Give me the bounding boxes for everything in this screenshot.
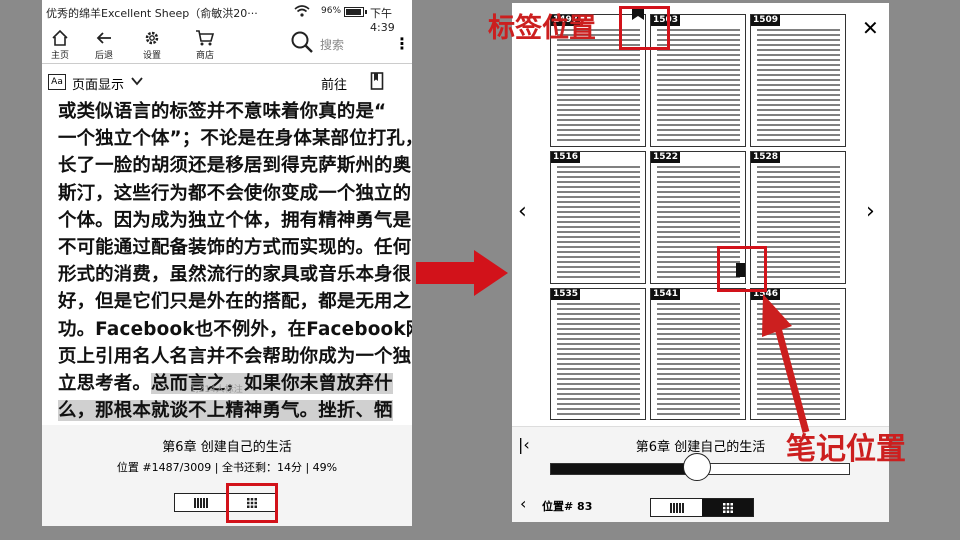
transition-arrow <box>416 250 508 296</box>
popular-highlight-count: 1,214人标注 <box>190 385 243 395</box>
arrow-left-icon <box>96 32 111 44</box>
store-label: 商店 <box>195 51 214 61</box>
note-location-label: 笔记位置 <box>786 432 906 467</box>
search-input[interactable]: 搜索 <box>320 36 344 53</box>
page-thumbnail[interactable]: 1541 <box>650 288 746 420</box>
wifi-icon <box>294 5 310 20</box>
grid-view-button[interactable] <box>702 499 753 516</box>
close-icon[interactable]: ✕ <box>862 16 879 40</box>
status-bar: 优秀的绵羊Excellent Sheep（俞敏洪20··· 96% 下午4:39 <box>42 0 412 34</box>
text-line: 不可能通过配备装饰的方式而实现的。任何 <box>58 236 412 258</box>
page-display-menu[interactable]: 页面显示 <box>72 74 124 93</box>
book-title: 优秀的绵羊Excellent Sheep（俞敏洪20··· <box>46 7 258 20</box>
bookmark-location-label: 标签位置 <box>488 13 596 44</box>
home-icon <box>52 29 68 46</box>
cart-icon <box>196 30 215 46</box>
text-line: 斯汀，这些行为都不会使你变成一个独立的 <box>58 182 412 204</box>
page-thumbnail[interactable]: 1516 <box>550 151 646 284</box>
page-strip-icon <box>193 497 208 508</box>
chapter-title: 第6章 创建自己的生活 <box>162 440 292 455</box>
text-plain: 立思考者。 <box>58 372 151 394</box>
back-button[interactable]: 后退 <box>86 26 122 62</box>
top-toolbar: 主页 后退 设置 商店 搜索 ⋮ <box>42 24 412 64</box>
reader-page-view: 优秀的绵羊Excellent Sheep（俞敏洪20··· 96% 下午4:39… <box>42 0 412 526</box>
note-highlight-box <box>717 246 767 292</box>
text-line: 么，那根本就谈不上精神勇气。挫折、牺 <box>58 397 408 424</box>
text-line: 长了一脸的胡须还是移居到得克萨斯州的奥 <box>58 155 412 177</box>
text-line: 一个独立个体”；不论是在身体某部位打孔， <box>58 128 412 150</box>
chevron-right-icon[interactable]: › <box>866 199 875 224</box>
text-line: 形式的消费，虽然流行的家具或音乐本身很 <box>58 264 412 286</box>
settings-button[interactable]: 设置 <box>134 26 170 62</box>
page-view-button[interactable] <box>651 499 702 516</box>
page-number: 1528 <box>751 152 781 163</box>
battery-icon <box>344 7 367 17</box>
page-thumbnail[interactable]: 1535 <box>550 288 646 420</box>
bookmark-icon[interactable] <box>370 72 384 90</box>
page-thumbnail[interactable]: 1509 <box>750 14 846 147</box>
back-icon[interactable]: ‹ <box>520 494 526 513</box>
chevron-left-icon[interactable]: ‹ <box>518 199 527 224</box>
highlighted-text[interactable]: 么，那根本就谈不上精神勇气。挫折、牺 <box>58 400 393 422</box>
text-line: 功。Facebook也不例外，在Facebook网 <box>58 318 412 340</box>
slider-handle[interactable] <box>683 453 711 481</box>
position-label: 位置# 83 <box>542 500 593 513</box>
search-icon[interactable] <box>290 30 314 54</box>
page-number: 1522 <box>651 152 681 163</box>
page-options-bar: Aa 页面显示 前往 <box>42 66 412 98</box>
font-size-icon[interactable]: Aa <box>48 74 66 90</box>
highlighted-text[interactable]: 总而言之，如果你未曾放弃什 <box>150 372 393 394</box>
page-view-button[interactable] <box>175 494 226 511</box>
page-thumbnail-grid: 1497 1503 1509 1516 1522 1528 1535 1541 … <box>550 14 847 420</box>
page-number: 1535 <box>551 289 581 300</box>
grid-view-highlight-box <box>226 483 278 523</box>
more-menu-icon[interactable]: ⋮ <box>394 34 410 53</box>
battery-percent: 96% <box>321 6 342 16</box>
goto-button[interactable]: 前往 <box>321 74 347 93</box>
page-thumbnail[interactable]: 1546 <box>750 288 846 420</box>
text-line: 好，但是它们只是外在的搭配，都是无用之 <box>58 291 412 313</box>
reading-text: 或类似语言的标签并不意味着你真的是“ 一个独立个体”；不论是在身体某部位打孔， … <box>58 98 412 424</box>
view-toggle[interactable] <box>650 498 754 517</box>
bookmark-highlight-box <box>619 6 670 50</box>
page-number: 1509 <box>751 15 781 26</box>
page-number: 1541 <box>651 289 681 300</box>
text-line: 或类似语言的标签并不意味着你真的是“ <box>58 101 387 122</box>
text-line: 页上引用名人名言并不会帮助你成为一个独 <box>58 345 412 367</box>
page-strip-icon <box>669 502 684 513</box>
back-label: 后退 <box>94 51 113 61</box>
grid-icon <box>722 502 733 513</box>
settings-label: 设置 <box>142 51 161 61</box>
chevron-down-icon[interactable] <box>130 74 144 88</box>
store-button[interactable]: 商店 <box>187 26 223 62</box>
page-number: 1516 <box>551 152 581 163</box>
text-line: 个体。因为成为独立个体，拥有精神勇气是 <box>58 209 412 231</box>
gear-icon <box>145 31 159 45</box>
home-label: 主页 <box>50 51 69 61</box>
reading-progress: 位置 #1487/3009 | 全书还剩：14分 | 49% <box>116 461 338 474</box>
home-button[interactable]: 主页 <box>42 26 78 62</box>
